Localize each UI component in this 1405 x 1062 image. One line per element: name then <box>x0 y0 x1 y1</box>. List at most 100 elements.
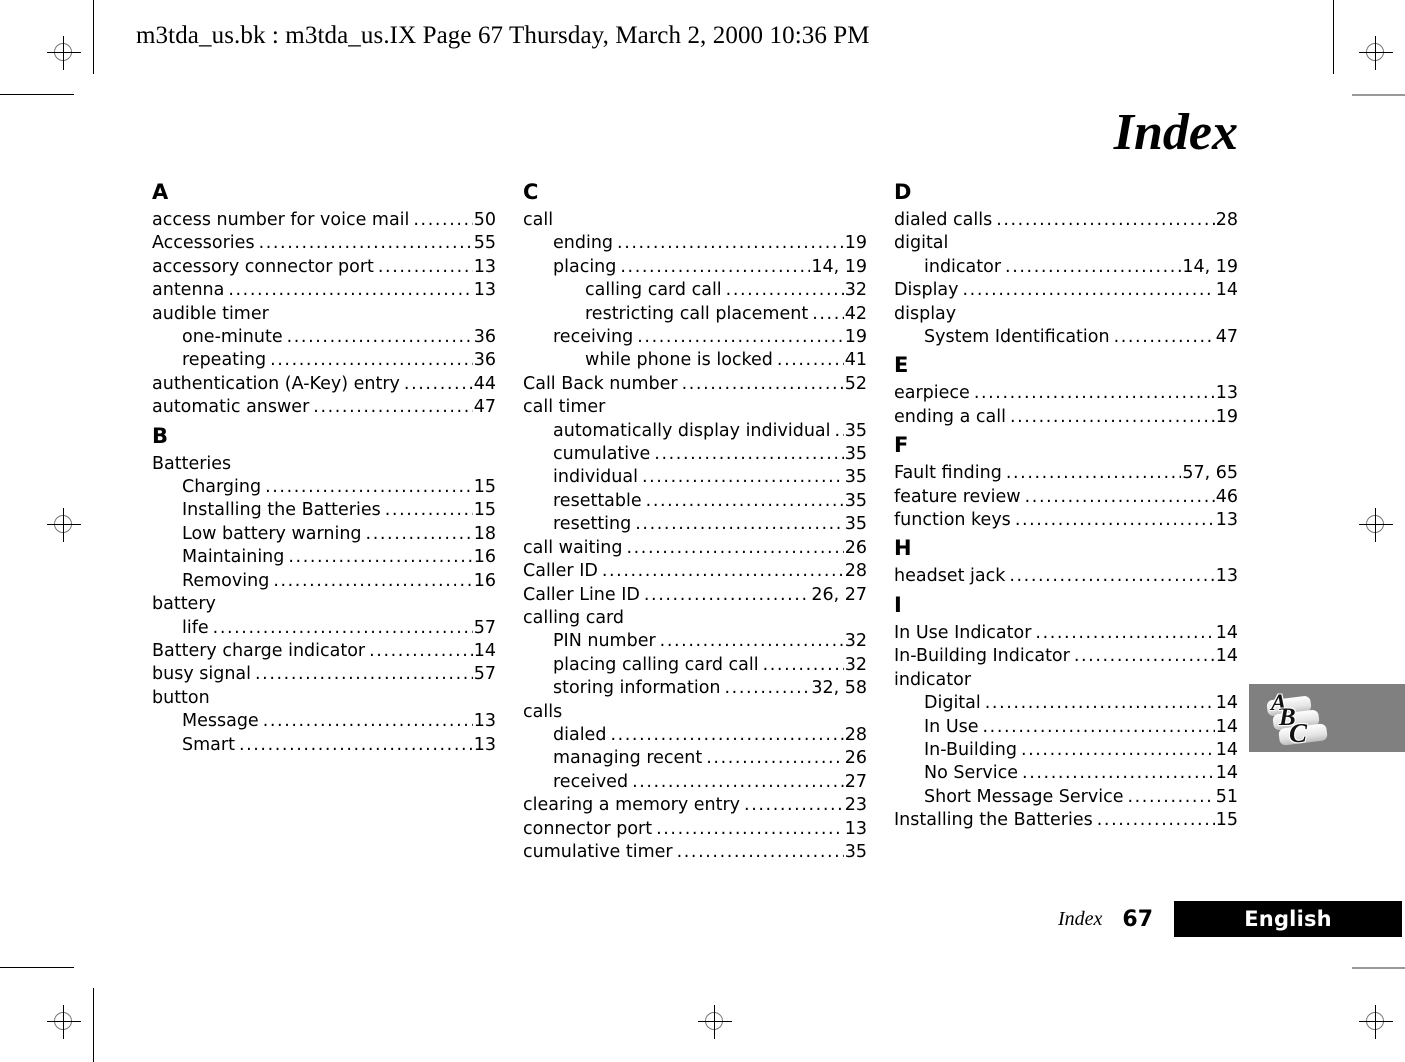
index-entry[interactable]: Accessories.............................… <box>152 232 496 255</box>
index-entry[interactable]: calls...................................… <box>523 701 867 724</box>
index-entry-leader-dots: ........................................… <box>617 233 844 254</box>
index-entry[interactable]: calling card call.......................… <box>523 279 867 302</box>
index-entry[interactable]: Message.................................… <box>152 710 496 733</box>
index-entry[interactable]: repeating...............................… <box>152 349 496 372</box>
index-entry[interactable]: Fault finding...........................… <box>894 462 1238 485</box>
index-entry[interactable]: restricting call placement..............… <box>523 303 867 326</box>
index-entry[interactable]: PIN number..............................… <box>523 630 867 653</box>
index-entry-label: Digital <box>924 693 981 714</box>
index-entry[interactable]: Installing the Batteries................… <box>894 809 1238 832</box>
index-entry-page: 15 <box>473 477 496 498</box>
index-entry[interactable]: No Service..............................… <box>894 762 1238 785</box>
index-column: Ddialed calls...........................… <box>894 182 1238 864</box>
index-entry[interactable]: cumulative..............................… <box>523 443 867 466</box>
index-entry[interactable]: resettable..............................… <box>523 490 867 513</box>
index-entry-leader-dots: ........................................… <box>273 570 472 591</box>
index-entry[interactable]: Charging................................… <box>152 476 496 499</box>
index-entry[interactable]: Removing................................… <box>152 570 496 593</box>
index-entry-leader-dots: ........................................… <box>610 724 843 745</box>
index-entry[interactable]: call waiting............................… <box>523 537 867 560</box>
index-entry[interactable]: individual..............................… <box>523 466 867 489</box>
index-entry[interactable]: Caller Line ID..........................… <box>523 584 867 607</box>
index-entry[interactable]: ending..................................… <box>523 232 867 255</box>
index-entry[interactable]: Low battery warning.....................… <box>152 523 496 546</box>
index-entry[interactable]: button..................................… <box>152 687 496 710</box>
index-entry-page: 55 <box>473 233 496 254</box>
index-entry-leader-dots: ........................................… <box>265 477 473 498</box>
index-entry[interactable]: In Use Indicator........................… <box>894 622 1238 645</box>
index-entry[interactable]: clearing a memory entry.................… <box>523 794 867 817</box>
index-entry-leader-dots: ........................................… <box>676 841 844 862</box>
index-entry-page: 14 <box>1215 646 1238 667</box>
index-entry[interactable]: display.................................… <box>894 303 1238 326</box>
index-entry-page: 13 <box>473 734 496 755</box>
index-entry[interactable]: audible timer...........................… <box>152 303 496 326</box>
index-entry[interactable]: Installing the Batteries................… <box>152 499 496 522</box>
index-entry[interactable]: battery.................................… <box>152 593 496 616</box>
index-entry[interactable]: placing.................................… <box>523 256 867 279</box>
index-entry[interactable]: earpiece................................… <box>894 382 1238 405</box>
index-entry-label: Low battery warning <box>182 523 362 544</box>
index-entry[interactable]: Smart...................................… <box>152 734 496 757</box>
index-entry[interactable]: storing information.....................… <box>523 677 867 700</box>
index-entry[interactable]: dialed..................................… <box>523 724 867 747</box>
index-entry-label: In Use Indicator <box>894 622 1032 643</box>
index-entry[interactable]: feature review..........................… <box>894 486 1238 509</box>
index-entry[interactable]: In Use..................................… <box>894 716 1238 739</box>
index-entry[interactable]: In-Building Indicator...................… <box>894 645 1238 668</box>
index-entry-leader-dots: ........................................… <box>365 523 473 544</box>
index-entry[interactable]: indicator...............................… <box>894 669 1238 692</box>
index-columns: Aaccess number for voice mail...........… <box>152 182 1238 864</box>
index-entry[interactable]: managing recent.........................… <box>523 747 867 770</box>
index-entry-label: Accessories <box>152 233 255 254</box>
index-entry-leader-dots: ........................................… <box>1024 486 1215 507</box>
index-entry[interactable]: Call Back number........................… <box>523 373 867 396</box>
index-entry-leader-dots: ........................................… <box>413 210 472 230</box>
index-entry-leader-dots: ........................................… <box>776 350 844 371</box>
index-entry[interactable]: Batteries...............................… <box>152 453 496 476</box>
index-entry[interactable]: function keys...........................… <box>894 509 1238 532</box>
index-entry-label: access number for voice mail <box>152 210 410 230</box>
index-section-letter: B <box>152 423 169 448</box>
index-entry-leader-dots: ........................................… <box>643 584 811 605</box>
index-entry[interactable]: placing calling card call...............… <box>523 654 867 677</box>
footer-language-badge: English <box>1174 901 1403 937</box>
index-entry[interactable]: busy signal.............................… <box>152 663 496 686</box>
index-entry[interactable]: accessory connector port................… <box>152 256 496 279</box>
index-entry[interactable]: resetting...............................… <box>523 513 867 536</box>
index-entry[interactable]: antenna.................................… <box>152 279 496 302</box>
index-entry[interactable]: Caller ID...............................… <box>523 560 867 583</box>
index-entry[interactable]: cumulative timer........................… <box>523 841 867 864</box>
index-entry[interactable]: connector port..........................… <box>523 818 867 841</box>
index-entry[interactable]: headset jack............................… <box>894 565 1238 588</box>
index-entry[interactable]: life....................................… <box>152 617 496 640</box>
index-entry[interactable]: indicator...............................… <box>894 256 1238 279</box>
index-entry[interactable]: receiving...............................… <box>523 326 867 349</box>
index-entry[interactable]: dialed calls............................… <box>894 209 1238 232</box>
index-entry[interactable]: while phone is locked...................… <box>523 349 867 372</box>
index-entry-page: 16 <box>473 547 496 568</box>
index-entry[interactable]: call....................................… <box>523 209 867 232</box>
index-entry[interactable]: Maintaining.............................… <box>152 546 496 569</box>
index-entry-label: audible timer <box>152 303 269 324</box>
index-entry[interactable]: Short Message Service...................… <box>894 786 1238 809</box>
index-entry[interactable]: authentication (A-Key) entry............… <box>152 373 496 396</box>
index-entry[interactable]: automatic answer........................… <box>152 396 496 419</box>
index-entry[interactable]: one-minute..............................… <box>152 326 496 349</box>
index-entry[interactable]: received................................… <box>523 771 867 794</box>
index-entry-label: earpiece <box>894 383 970 404</box>
index-entry[interactable]: Display.................................… <box>894 279 1238 302</box>
index-entry[interactable]: automatically display individual........… <box>523 420 867 443</box>
index-entry[interactable]: calling card............................… <box>523 607 867 630</box>
index-entry[interactable]: call timer..............................… <box>523 396 867 419</box>
index-entry[interactable]: access number for voice mail............… <box>152 209 496 232</box>
index-entry[interactable]: Digital.................................… <box>894 692 1238 715</box>
index-entry[interactable]: Battery charge indicator................… <box>152 640 496 663</box>
index-entry[interactable]: System Identification...................… <box>894 326 1238 349</box>
crop-line-top-right-horizontal <box>1352 94 1405 96</box>
index-entry[interactable]: In-Building.............................… <box>894 739 1238 762</box>
index-entry-label: System Identification <box>924 327 1110 348</box>
index-entry[interactable]: digital.................................… <box>894 232 1238 255</box>
index-entry-label: call timer <box>523 397 606 418</box>
index-entry[interactable]: ending a call...........................… <box>894 406 1238 429</box>
